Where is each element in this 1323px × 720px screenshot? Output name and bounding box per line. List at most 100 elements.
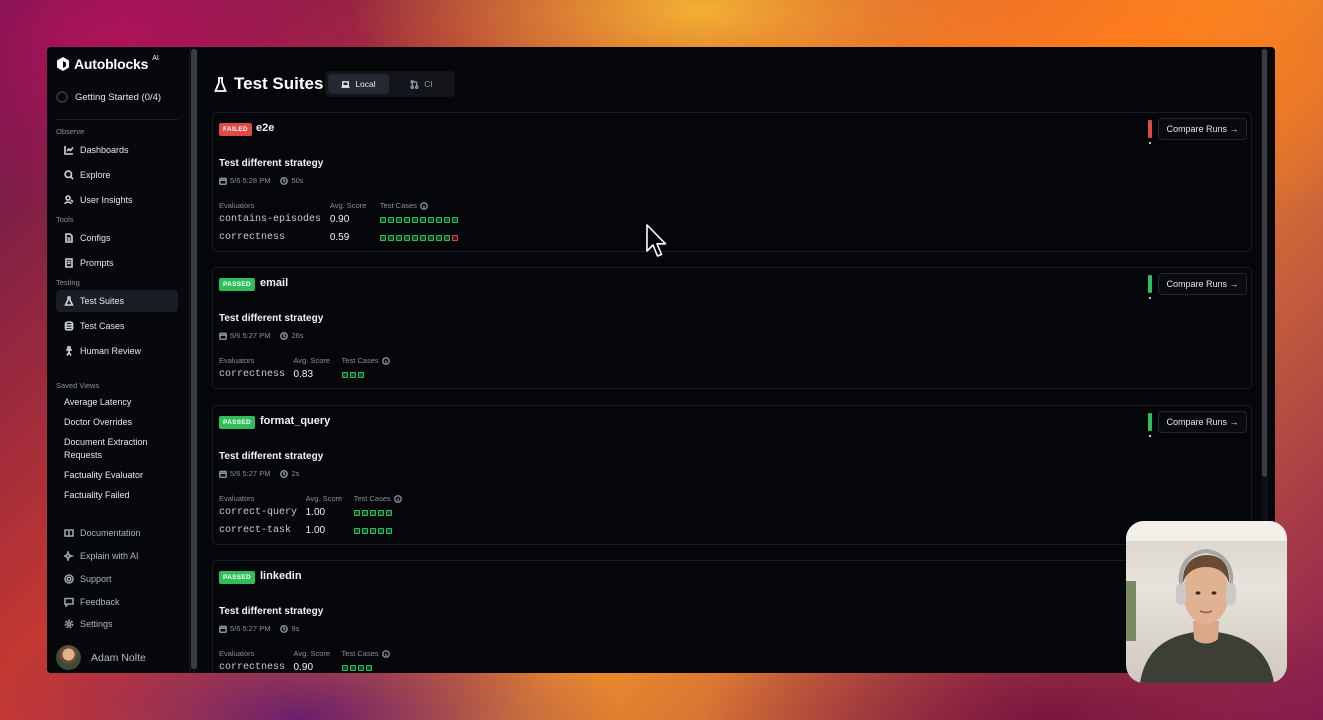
- run-source-toggle: Local CI: [325, 71, 455, 97]
- brand-logo[interactable]: Autoblocks AI: [56, 54, 159, 72]
- sidebar: Autoblocks AI Getting Started (0/4) Obse…: [47, 47, 190, 673]
- sidebar-item-explore[interactable]: Explore: [56, 164, 178, 186]
- suite-name[interactable]: linkedin: [260, 570, 302, 582]
- run-duration: 9s: [280, 624, 299, 633]
- sidebar-scrollbar[interactable]: [190, 47, 198, 673]
- test-case-result[interactable]: [443, 217, 450, 223]
- test-case-result[interactable]: [451, 235, 458, 241]
- run-duration-text: 26s: [291, 331, 304, 340]
- sidebar-item-configs[interactable]: Configs: [56, 227, 178, 249]
- test-case-result[interactable]: [353, 528, 360, 534]
- compare-runs-button[interactable]: Compare Runs →: [1158, 118, 1247, 140]
- test-case-result[interactable]: [369, 510, 376, 516]
- toggle-local[interactable]: Local: [328, 74, 389, 94]
- run-date-text: 5/6 5:27 PM: [230, 331, 271, 340]
- user-name: Adam Nolte: [91, 651, 146, 664]
- test-case-result[interactable]: [377, 510, 384, 516]
- sidebar-item-dashboards[interactable]: Dashboards: [56, 139, 178, 161]
- run-status-indicator: [1148, 275, 1152, 299]
- documentation-link[interactable]: Documentation: [56, 528, 141, 538]
- main-scroll-thumb[interactable]: [1262, 49, 1267, 477]
- run-title[interactable]: Test different strategy: [219, 606, 323, 617]
- test-case-result[interactable]: [395, 235, 402, 241]
- test-case-result[interactable]: [361, 510, 368, 516]
- test-suite-card[interactable]: PASSED linkedin Test different strategy 5/…: [212, 560, 1252, 673]
- run-date-text: 5/6 5:27 PM: [230, 469, 271, 478]
- test-case-result[interactable]: [369, 528, 376, 534]
- test-case-result[interactable]: [379, 217, 386, 223]
- toggle-ci-label: CI: [424, 79, 433, 89]
- test-case-result[interactable]: [349, 665, 356, 671]
- status-badge: FAILED: [219, 123, 252, 136]
- saved-view-item[interactable]: Factuality Evaluator: [64, 469, 174, 482]
- evaluator-name[interactable]: correctness: [219, 369, 285, 380]
- evaluator-name[interactable]: correct-query: [219, 507, 297, 518]
- test-case-result[interactable]: [341, 665, 348, 671]
- test-suite-card[interactable]: FAILED e2e Compare Runs → Test different st…: [212, 112, 1252, 252]
- test-case-result[interactable]: [427, 235, 434, 241]
- test-case-result[interactable]: [395, 217, 402, 223]
- test-case-result[interactable]: [443, 235, 450, 241]
- saved-view-item[interactable]: Average Latency: [64, 396, 174, 409]
- run-meta: 5/6 5:27 PM 9s: [219, 624, 299, 633]
- test-case-result[interactable]: [349, 372, 356, 378]
- sidebar-item-prompts[interactable]: Prompts: [56, 252, 178, 274]
- test-suite-card[interactable]: PASSED email Compare Runs → Test different …: [212, 267, 1252, 389]
- test-case-result[interactable]: [379, 235, 386, 241]
- user-menu[interactable]: Adam Nolte: [56, 645, 146, 670]
- saved-view-item[interactable]: Doctor Overrides: [64, 416, 174, 429]
- saved-view-item[interactable]: Document Extraction Requests: [64, 436, 164, 461]
- saved-view-item[interactable]: Factuality Failed: [64, 489, 174, 502]
- file-icon: [65, 233, 73, 243]
- evaluator-name[interactable]: correctness: [219, 662, 285, 673]
- sidebar-item-human-review[interactable]: Human Review: [56, 340, 178, 362]
- feedback-link[interactable]: Feedback: [56, 597, 120, 607]
- toggle-ci[interactable]: CI: [391, 74, 452, 94]
- test-case-result[interactable]: [427, 217, 434, 223]
- test-case-result[interactable]: [341, 372, 348, 378]
- run-title[interactable]: Test different strategy: [219, 313, 323, 324]
- test-case-result[interactable]: [361, 528, 368, 534]
- test-case-result[interactable]: [411, 235, 418, 241]
- support-link[interactable]: Support: [56, 574, 112, 584]
- test-case-result[interactable]: [385, 510, 392, 516]
- run-title[interactable]: Test different strategy: [219, 451, 323, 462]
- suite-name[interactable]: email: [260, 277, 288, 289]
- sidebar-item-test-cases[interactable]: Test Cases: [56, 315, 178, 337]
- test-suite-card[interactable]: PASSED format_query Compare Runs → Test dif…: [212, 405, 1252, 545]
- run-title[interactable]: Test different strategy: [219, 158, 323, 169]
- test-case-result[interactable]: [419, 217, 426, 223]
- evaluators-header: Evaluators: [219, 356, 255, 365]
- brand-sup: AI: [152, 54, 159, 62]
- evaluator-name[interactable]: correctness: [219, 232, 285, 243]
- explain-with-ai-link[interactable]: Explain with AI: [56, 551, 139, 561]
- sidebar-item-test-suites[interactable]: Test Suites: [56, 290, 178, 312]
- sidebar-scroll-thumb[interactable]: [191, 49, 197, 669]
- test-case-result[interactable]: [353, 510, 360, 516]
- sidebar-item-user-insights[interactable]: User Insights: [56, 189, 178, 211]
- test-case-result[interactable]: [435, 217, 442, 223]
- suite-name[interactable]: e2e: [256, 122, 274, 134]
- test-case-result[interactable]: [377, 528, 384, 534]
- test-case-result[interactable]: [403, 217, 410, 223]
- compare-runs-button[interactable]: Compare Runs →: [1158, 273, 1247, 295]
- test-case-result[interactable]: [411, 217, 418, 223]
- compare-runs-button[interactable]: Compare Runs →: [1158, 411, 1247, 433]
- test-case-result[interactable]: [419, 235, 426, 241]
- test-case-result[interactable]: [357, 665, 364, 671]
- evaluator-name[interactable]: correct-task: [219, 525, 291, 536]
- test-case-result[interactable]: [403, 235, 410, 241]
- test-case-result[interactable]: [387, 217, 394, 223]
- test-case-result[interactable]: [435, 235, 442, 241]
- evaluator-name[interactable]: contains-episodes: [219, 214, 321, 225]
- info-icon: [381, 356, 390, 365]
- getting-started-link[interactable]: Getting Started (0/4): [56, 91, 161, 103]
- test-case-result[interactable]: [451, 217, 458, 223]
- test-case-result[interactable]: [365, 665, 372, 671]
- settings-link[interactable]: Settings: [56, 619, 113, 629]
- test-case-result[interactable]: [387, 235, 394, 241]
- test-case-result[interactable]: [385, 528, 392, 534]
- test-case-result[interactable]: [357, 372, 364, 378]
- app-window: Autoblocks AI Getting Started (0/4) Obse…: [47, 47, 1275, 673]
- suite-name[interactable]: format_query: [260, 415, 330, 427]
